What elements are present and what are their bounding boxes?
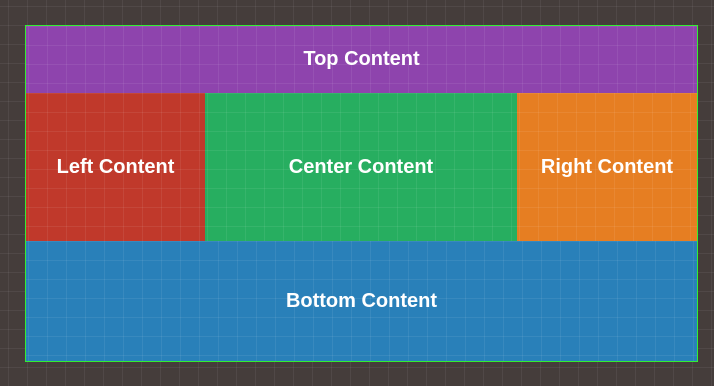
right-region-label: Right Content [540, 155, 674, 178]
left-region-label: Left Content [56, 155, 175, 178]
layout-frame: Top Content Left Content Center Content … [25, 25, 698, 362]
bottom-region-label: Bottom Content [285, 289, 438, 312]
center-region: Center Content [205, 93, 517, 241]
top-region: Top Content [26, 26, 697, 93]
bottom-region: Bottom Content [26, 241, 697, 361]
right-region: Right Content [517, 93, 697, 241]
center-region-label: Center Content [288, 155, 434, 178]
top-region-label: Top Content [303, 48, 420, 70]
left-region: Left Content [26, 93, 205, 241]
